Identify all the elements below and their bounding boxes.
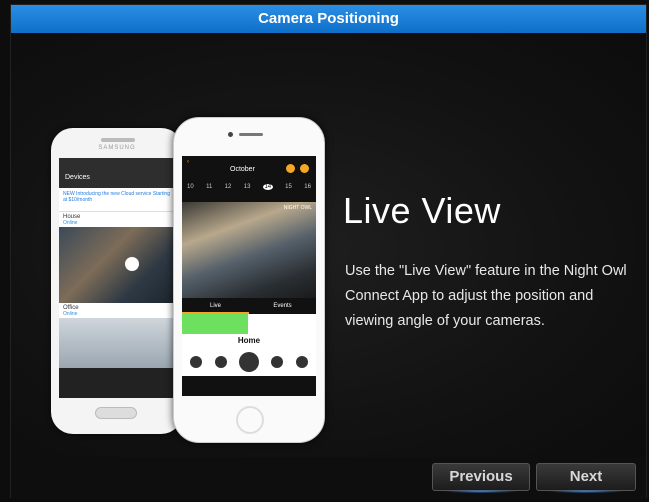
footer-bar: Previous Next	[11, 457, 646, 499]
tab-events: Events	[273, 303, 292, 309]
phone-home-button	[236, 406, 264, 434]
control-bar	[182, 348, 316, 376]
calendar-header: ‹ October 10 11 12 13 14 15 16	[182, 156, 316, 202]
back-chevron-icon: ‹	[187, 159, 189, 165]
calendar-icon	[286, 164, 295, 173]
page-heading: Live View	[343, 190, 501, 231]
calendar-day: 11	[206, 184, 213, 190]
snapshot-icon	[190, 356, 203, 368]
phone-speaker	[239, 133, 263, 136]
content-area: SAMSUNG Devices NEW Introducing the new …	[11, 33, 646, 463]
timeline	[182, 314, 316, 334]
back-phone-screen: Devices NEW Introducing the new Cloud se…	[59, 158, 177, 398]
record-icon	[295, 356, 308, 368]
device-house-status: Online	[63, 220, 78, 226]
phone-camera	[228, 132, 233, 137]
front-phone-screen: ‹ October 10 11 12 13 14 15 16 NIGHT OWL…	[182, 156, 316, 396]
settings-icon	[300, 164, 309, 173]
phone-brand: SAMSUNG	[98, 145, 136, 151]
device-office-status: Online	[63, 311, 78, 317]
back-phone-illustration: SAMSUNG Devices NEW Introducing the new …	[51, 128, 183, 434]
calendar-day: 16	[304, 184, 311, 190]
feed-watermark: NIGHT OWL	[283, 205, 312, 211]
motion-icon	[271, 356, 284, 368]
calendar-day-selected: 14	[262, 184, 273, 190]
next-button[interactable]: Next	[536, 463, 636, 493]
microphone-icon	[238, 352, 259, 372]
previous-button[interactable]: Previous	[432, 463, 530, 493]
home-label: Home	[182, 334, 316, 348]
window-title: Camera Positioning	[11, 5, 646, 33]
light-icon	[214, 356, 227, 368]
device-house-thumbnail	[59, 227, 177, 303]
calendar-day: 13	[243, 184, 251, 190]
calendar-month: October	[230, 166, 255, 173]
calendar-day: 15	[285, 184, 292, 190]
view-tabs: Live Events	[182, 298, 316, 314]
devices-title: Devices	[59, 158, 177, 188]
phone-home-button	[95, 407, 137, 419]
front-phone-illustration: ‹ October 10 11 12 13 14 15 16 NIGHT OWL…	[173, 117, 325, 443]
phone-speaker	[101, 138, 135, 142]
recording-segment	[182, 314, 248, 334]
device-house: House Online	[59, 212, 177, 227]
wizard-window: Camera Positioning SAMSUNG Devices NEW I…	[10, 4, 647, 499]
calendar-days: 10 11 12 13 14 15 16	[187, 184, 311, 190]
play-icon	[125, 257, 139, 271]
calendar-day: 10	[187, 184, 194, 190]
device-office-thumbnail	[59, 318, 177, 368]
live-camera-feed: NIGHT OWL	[182, 202, 316, 298]
android-nav-bar	[59, 368, 177, 398]
calendar-day: 12	[224, 184, 232, 190]
page-description: Use the "Live View" feature in the Night…	[345, 263, 627, 329]
tab-live: Live	[182, 298, 249, 314]
device-office: Office Online	[59, 303, 177, 318]
cloud-notice: NEW Introducing the new Cloud service St…	[59, 188, 177, 212]
